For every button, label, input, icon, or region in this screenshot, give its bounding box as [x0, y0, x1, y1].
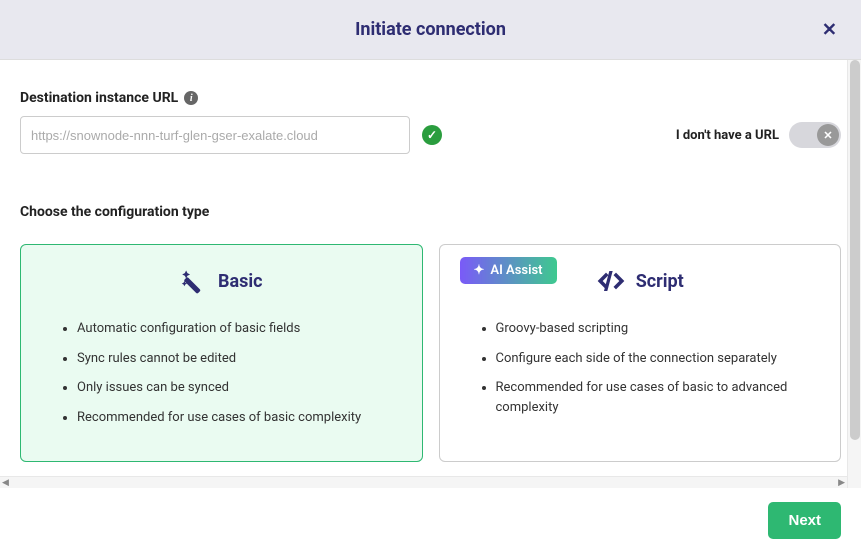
magic-wand-icon [180, 267, 208, 295]
basic-card-title: Basic [218, 271, 263, 292]
modal-title: Initiate connection [355, 19, 506, 40]
ai-assist-badge: ✦ AI Assist [460, 257, 557, 284]
script-card-list: Groovy-based scripting Configure each si… [460, 319, 821, 417]
sparkle-icon: ✦ [474, 263, 485, 278]
config-type-label: Choose the configuration type [20, 204, 841, 220]
destination-url-label: Destination instance URL i [20, 90, 841, 106]
list-item: Configure each side of the connection se… [496, 349, 821, 369]
modal-header: Initiate connection ✕ [0, 0, 861, 60]
basic-card-list: Automatic configuration of basic fields … [41, 319, 402, 427]
destination-url-label-text: Destination instance URL [20, 90, 178, 106]
config-cards: Basic Automatic configuration of basic f… [20, 244, 841, 462]
no-url-label: I don't have a URL [676, 128, 779, 143]
list-item: Sync rules cannot be edited [77, 349, 402, 369]
check-icon: ✓ [422, 125, 442, 145]
basic-card-header: Basic [41, 261, 402, 301]
code-icon [596, 270, 626, 292]
no-url-toggle[interactable]: ✕ [789, 122, 841, 148]
list-item: Recommended for use cases of basic compl… [77, 408, 402, 428]
destination-url-row: ✓ I don't have a URL ✕ [20, 116, 841, 154]
list-item: Recommended for use cases of basic to ad… [496, 378, 821, 417]
no-url-group: I don't have a URL ✕ [676, 122, 841, 148]
scrollbar-thumb[interactable] [850, 60, 860, 440]
list-item: Groovy-based scripting [496, 319, 821, 339]
script-card-header: ✦ AI Assist Script [460, 261, 821, 301]
destination-url-input[interactable] [20, 116, 410, 154]
close-button[interactable]: ✕ [822, 19, 837, 40]
config-card-basic[interactable]: Basic Automatic configuration of basic f… [20, 244, 423, 462]
next-button[interactable]: Next [768, 502, 841, 539]
scroll-left-arrow-icon[interactable]: ◀ [2, 478, 9, 488]
scroll-right-arrow-icon[interactable]: ▶ [838, 478, 845, 488]
ai-assist-label: AI Assist [490, 263, 542, 278]
modal-footer: Next [0, 492, 861, 548]
list-item: Automatic configuration of basic fields [77, 319, 402, 339]
config-card-script[interactable]: ✦ AI Assist Script Groovy-based scriptin… [439, 244, 842, 462]
info-icon[interactable]: i [184, 91, 198, 105]
horizontal-scrollbar[interactable]: ◀ ▶ [0, 476, 847, 488]
list-item: Only issues can be synced [77, 378, 402, 398]
script-card-title: Script [636, 271, 684, 292]
toggle-knob-off-icon: ✕ [817, 124, 839, 146]
modal-content: Destination instance URL i ✓ I don't hav… [0, 60, 861, 472]
vertical-scrollbar[interactable] [847, 60, 861, 488]
